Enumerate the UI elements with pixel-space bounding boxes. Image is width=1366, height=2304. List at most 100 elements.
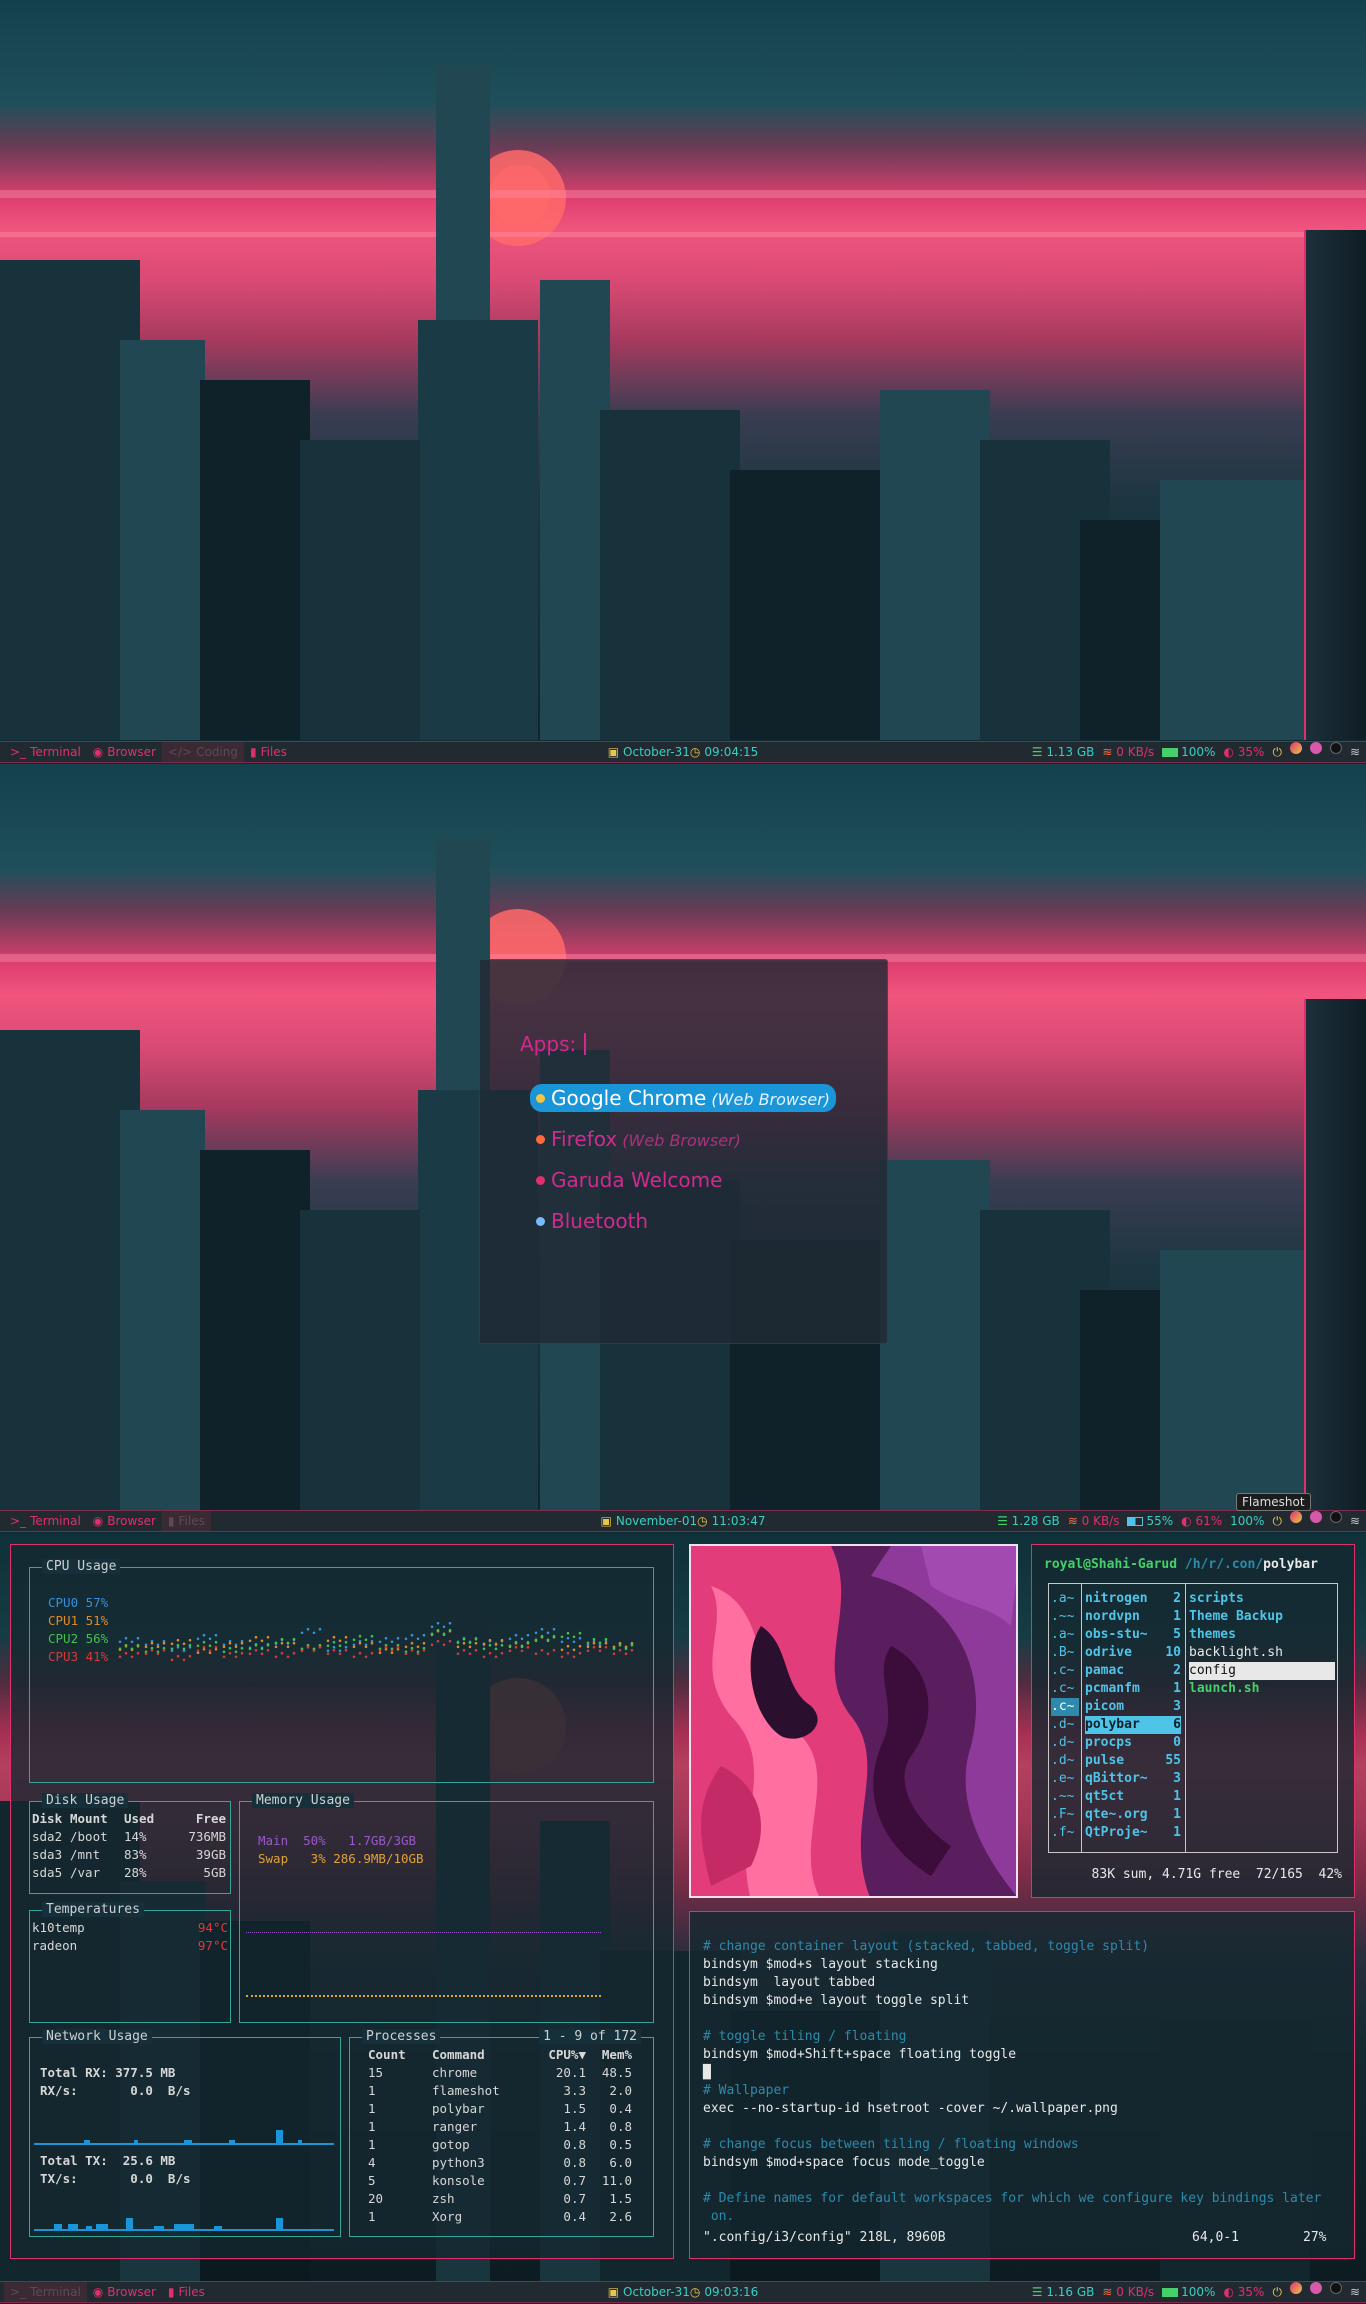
wifi-tray-icon[interactable]: ≋ [1350,2282,1360,2302]
network-usage-title: Network Usage [42,2029,152,2044]
dir-entry-qte~.org[interactable]: qte~.org 1 [1085,1806,1181,1824]
battery-value: 55% [1146,1514,1174,1528]
launcher-item-bluetooth[interactable]: Bluetooth [530,1207,654,1235]
rofi-launcher[interactable]: Apps: Google Chrome (Web Browser) Firefox… [479,959,888,1344]
wifi-tray-icon[interactable]: ≋ [1350,1511,1360,1531]
parent-entry[interactable]: .c~ [1051,1698,1079,1716]
sensor-name: k10temp [32,1920,85,1935]
caffeine-icon[interactable] [1309,742,1322,754]
wifi-tray-icon[interactable]: ≋ [1350,742,1360,762]
file-entry-launch-sh[interactable]: launch.sh [1189,1680,1335,1698]
parent-entry[interactable]: .c~ [1051,1662,1079,1680]
lock-icon[interactable] [1329,1511,1342,1523]
cpu-graph-dot [430,1625,434,1629]
dir-entry-nitrogen[interactable]: nitrogen 2 [1085,1590,1181,1608]
cpu-graph-dot [188,1638,192,1642]
cpu-graph-dot [326,1652,330,1656]
cpu-graph-dot [338,1649,342,1653]
cpu-graph-dot [474,1637,478,1641]
power-icon[interactable]: ⏻ [1272,2282,1282,2302]
lock-icon[interactable] [1329,2282,1342,2294]
dir-entry-qt5ct[interactable]: qt5ct 1 [1085,1788,1181,1806]
table-cell: flameshot [432,2083,500,2098]
battery-value: 100% [1181,2285,1216,2299]
network-module[interactable]: ≋ 0 KB/s [1102,2282,1154,2302]
power-icon[interactable]: ⏻ [1272,742,1282,762]
flameshot-icon[interactable] [1289,742,1302,754]
disk-usage-panel: Disk Usage Disk Mount Used Free sda2/boot 14%… [29,1793,231,1894]
parent-entry[interactable]: .c~ [1051,1680,1079,1698]
caffeine-icon[interactable] [1309,2282,1322,2294]
file-entry-backlight-sh[interactable]: backlight.sh [1189,1644,1335,1662]
parent-entry[interactable]: .B~ [1051,1644,1079,1662]
parent-entry[interactable]: .d~ [1051,1734,1079,1752]
dir-entry-picom[interactable]: picom 3 [1085,1698,1181,1716]
column-header: Free [195,1811,226,1826]
parent-entry[interactable]: .d~ [1051,1752,1079,1770]
dir-entry-odrive[interactable]: odrive 10 [1085,1644,1181,1662]
code-comment: # change container layout (stacked, tabb… [703,1939,1150,1954]
parent-entry[interactable]: .~~ [1051,1608,1079,1626]
file-entry-scripts[interactable]: scripts [1189,1590,1335,1608]
network-module[interactable]: ≋ 0 KB/s [1068,1511,1120,1531]
flameshot-icon[interactable] [1289,1511,1302,1523]
dir-entry-polybar[interactable]: polybar 6 [1085,1716,1181,1734]
launcher-item-garuda-welcome[interactable]: Garuda Welcome [530,1166,728,1194]
dir-entry-pcmanfm[interactable]: pcmanfm 1 [1085,1680,1181,1698]
ranger-window[interactable]: royal@Shahi-Garud /h/r/.con/polybar .a~.… [1031,1544,1355,1898]
cpu-graph-dot [618,1648,622,1652]
parent-entry[interactable]: .a~ [1051,1626,1079,1644]
dir-name: QtProje~ [1085,1825,1148,1840]
dir-entry-obs-stu~[interactable]: obs-stu~ 5 [1085,1626,1181,1644]
dir-entry-QtProje~[interactable]: QtProje~ 1 [1085,1824,1181,1842]
cpu-graph-dot [604,1641,608,1645]
caffeine-icon[interactable] [1309,1511,1322,1523]
vim-buffer[interactable]: # change container layout (stacked, tabb… [703,1938,1321,2226]
image-viewer[interactable] [689,1544,1018,1898]
cpu-graph-dot [612,1652,616,1656]
table-cell: 0.8 [609,2119,632,2134]
cpu-graph-dot [396,1636,400,1640]
cpu-graph-dot [500,1651,504,1655]
cpu-graph-dot [436,1621,440,1625]
dir-entry-procps[interactable]: procps 0 [1085,1734,1181,1752]
parent-entry[interactable]: .f~ [1051,1824,1079,1842]
cpu-graph-dot [572,1640,576,1644]
cpu-graph-dot [136,1636,140,1640]
power-icon[interactable]: ⏻ [1272,1511,1282,1531]
dir-entry-pamac[interactable]: pamac 2 [1085,1662,1181,1680]
parent-entry[interactable]: .a~ [1051,1590,1079,1608]
file-entry-themes[interactable]: themes [1189,1626,1335,1644]
flameshot-icon[interactable] [1289,2282,1302,2294]
network-module[interactable]: ≋ 0 KB/s [1102,742,1154,762]
table-cell: chrome [432,2065,478,2080]
dir-entry-nordvpn[interactable]: nordvpn 1 [1085,1608,1181,1626]
launcher-item-firefox[interactable]: Firefox (Web Browser) [530,1125,747,1153]
battery2-module: 100% [1230,1511,1264,1531]
cpu-graph-dot [416,1652,420,1656]
cpu-graph-dot [300,1649,304,1653]
dir-entry-pulse[interactable]: pulse 55 [1085,1752,1181,1770]
table-cell: Xorg [432,2209,463,2224]
parent-entry[interactable]: .F~ [1051,1806,1079,1824]
table-row: sda3/mnt 83% 39GB [32,1846,226,1864]
code-line: █ [703,2065,711,2080]
tx-total: Total TX: 25.6 MB [40,2153,176,2168]
launcher-item-google-chrome[interactable]: Google Chrome (Web Browser) [530,1084,837,1112]
file-entry-theme-backup[interactable]: Theme Backup [1189,1608,1335,1626]
parent-entry[interactable]: .e~ [1051,1770,1079,1788]
table-cell: /var [70,1865,101,1880]
parent-entry[interactable]: .d~ [1051,1716,1079,1734]
cpu-graph-dot [124,1643,128,1647]
parent-entry[interactable]: .~~ [1051,1788,1079,1806]
btop-window[interactable]: CPU Usage CPU0 57% CPU1 51% CPU2 56% CPU3 4… [10,1544,674,2259]
cpu-graph-dot [358,1641,362,1645]
table-cell: 3.3 [563,2083,586,2098]
cpu-graph-dot [306,1645,310,1649]
cpu-graph-dot [390,1649,394,1653]
lock-icon[interactable] [1329,742,1342,754]
file-entry-config[interactable]: config [1189,1662,1335,1680]
dir-entry-qBittor~[interactable]: qBittor~ 3 [1085,1770,1181,1788]
date-text: November-01 [615,1514,698,1528]
launcher-prompt[interactable]: Apps: [520,1032,587,1056]
